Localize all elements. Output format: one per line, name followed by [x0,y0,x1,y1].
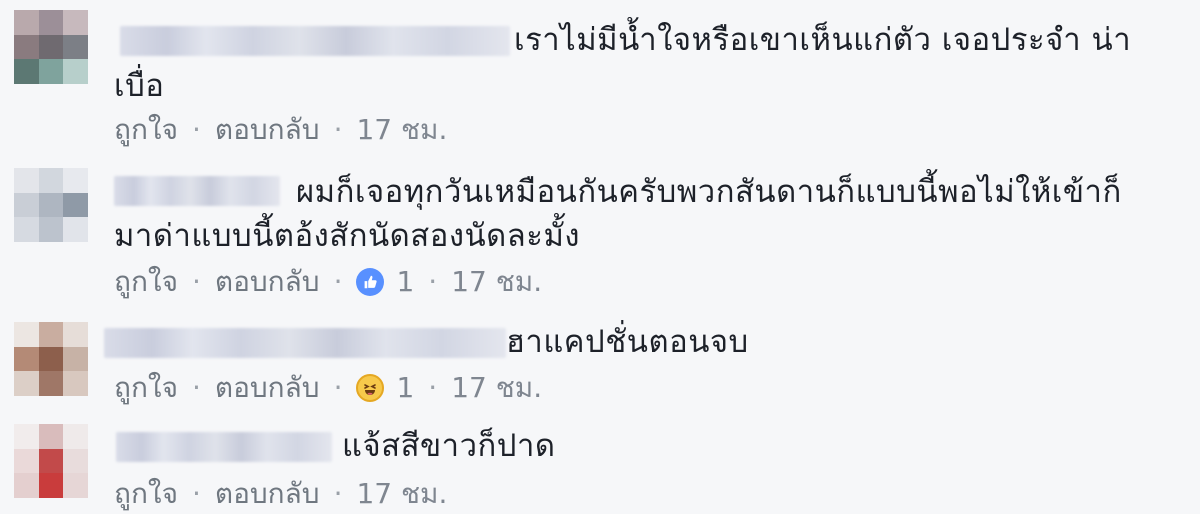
like-link[interactable]: ถูกใจ [114,262,178,302]
separator: · [191,371,201,404]
reaction-count[interactable]: 1 [396,262,414,302]
haha-icon[interactable] [356,374,385,402]
comment-text: ผมก็เจอทุกวันเหมือนกันครับพวกสันดานก็แบบ… [296,174,1122,210]
comment-text: เราไม่มีน้ำใจหรือเขาเห็นแก่ตัว เจอประจำ … [514,22,1132,58]
comment-text: แจ้สสีขาวก็ปาด [342,428,556,464]
separator: · [333,477,343,510]
separator: · [191,113,201,146]
separator: · [333,265,343,298]
like-icon[interactable] [356,268,385,296]
reply-link[interactable]: ตอบกลับ [215,110,320,150]
comment-text-continued: มาด่าแบบนี้ตอ้งสักนัดสองนัดละมั้ง [114,218,581,254]
timestamp[interactable]: 17 ชม. [356,110,447,150]
separator: · [191,265,201,298]
comment-actions: ถูกใจ · ตอบกลับ · 17 ชม. [114,474,447,514]
commenter-name[interactable] [104,328,506,358]
avatar[interactable] [14,322,88,396]
like-link[interactable]: ถูกใจ [114,368,178,408]
reply-link[interactable]: ตอบกลับ [215,474,320,514]
like-link[interactable]: ถูกใจ [114,110,178,150]
avatar[interactable] [14,424,88,498]
commenter-name[interactable] [114,176,280,206]
like-link[interactable]: ถูกใจ [114,474,178,514]
separator: · [428,265,438,298]
comment-actions: ถูกใจ · ตอบกลับ · 1 · 17 ชม. [114,368,542,408]
comment-actions: ถูกใจ · ตอบกลับ · 1 · 17 ชม. [114,262,542,302]
timestamp[interactable]: 17 ชม. [356,474,447,514]
reply-link[interactable]: ตอบกลับ [215,368,320,408]
separator: · [428,371,438,404]
separator: · [333,113,343,146]
avatar[interactable] [14,10,88,84]
comment-actions: ถูกใจ · ตอบกลับ · 17 ชม. [114,110,447,150]
comment-text: ฮาแคปชั่นตอนจบ [506,324,749,360]
separator: · [333,371,343,404]
comment-text-continued: เบื่อ [114,68,165,104]
timestamp[interactable]: 17 ชม. [451,262,542,302]
reply-link[interactable]: ตอบกลับ [215,262,320,302]
avatar[interactable] [14,168,88,242]
commenter-name[interactable] [120,26,510,56]
commenter-name[interactable] [116,432,332,462]
separator: · [191,477,201,510]
timestamp[interactable]: 17 ชม. [451,368,542,408]
reaction-count[interactable]: 1 [396,368,414,408]
